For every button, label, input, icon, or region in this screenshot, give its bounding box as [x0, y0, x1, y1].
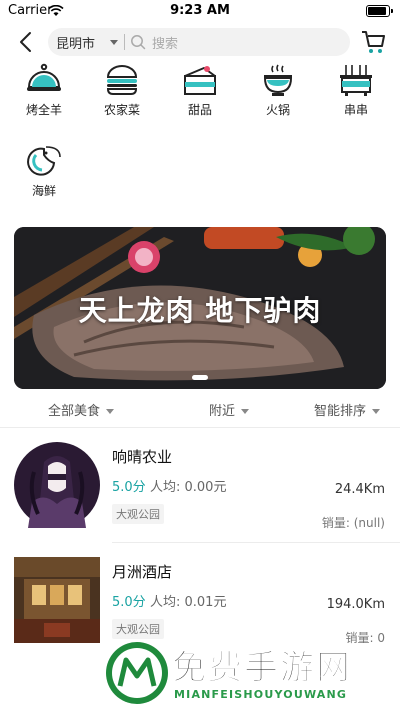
filter-all-food[interactable]: 全部美食 — [48, 400, 115, 419]
category-item-dessert[interactable]: 甜品 — [168, 62, 232, 118]
battery-icon — [366, 5, 393, 17]
banner-title: 天上龙肉 地下驴肉 — [78, 294, 322, 327]
category-item-roast-lamb[interactable]: 烤全羊 — [12, 62, 76, 118]
store-district-tag: 大观公园 — [112, 504, 164, 524]
store-avg-price: 人均: 0.00元 — [150, 480, 227, 495]
status-time: 9:23 AM — [170, 3, 230, 18]
divider — [0, 427, 400, 428]
search-icon — [131, 35, 146, 50]
promo-banner[interactable]: 天上龙肉 地下驴肉 — [14, 227, 386, 389]
store-distance: 24.4Km — [334, 482, 385, 497]
category-item-hotpot[interactable]: 火锅 — [246, 62, 310, 118]
store-avg-price: 人均: 0.01元 — [150, 595, 227, 610]
store-name: 响晴农业 — [112, 448, 173, 466]
divider — [112, 542, 400, 543]
store-list-item[interactable]: 响晴农业 5.0分 人均: 0.00元 大观公园 24.4Km 销量: (nul… — [0, 430, 400, 540]
hotpot-icon — [263, 64, 293, 96]
cart-icon[interactable] — [360, 28, 386, 56]
filter-smart-sort[interactable]: 智能排序 — [314, 400, 381, 419]
site-watermark: 免费手游网 MIANFEISHOUYOUWANG — [0, 636, 400, 710]
watermark-logo-icon — [106, 642, 168, 704]
burger-icon — [106, 65, 138, 95]
chevron-down-icon — [106, 409, 115, 414]
store-thumbnail — [14, 442, 100, 528]
category-item-farm-food[interactable]: 农家菜 — [90, 62, 154, 118]
chevron-down-icon — [372, 409, 381, 414]
filter-label: 全部美食 — [48, 404, 101, 419]
store-rating: 5.0分 — [112, 595, 146, 610]
filter-label: 智能排序 — [314, 404, 367, 419]
filter-bar: 全部美食 附近 智能排序 — [0, 396, 400, 424]
status-bar: Carrier 9:23 AM — [0, 0, 400, 22]
category-label: 农家菜 — [103, 103, 140, 117]
watermark-title: 免费手游网 — [172, 648, 352, 689]
store-photo-image — [14, 557, 100, 643]
store-logo-image — [14, 442, 100, 528]
shrimp-icon — [27, 146, 61, 176]
filter-nearby[interactable]: 附近 — [209, 400, 250, 419]
divider — [124, 34, 125, 50]
category-item-seafood[interactable]: 海鲜 — [12, 143, 76, 199]
skewer-pot-icon — [340, 65, 372, 96]
watermark-subtitle: MIANFEISHOUYOUWANG — [174, 688, 348, 701]
store-name: 月洲酒店 — [112, 563, 173, 581]
filter-label: 附近 — [209, 404, 236, 419]
nav-bar: 昆明市 搜索 — [0, 22, 400, 62]
chevron-down-icon — [241, 409, 250, 414]
category-label: 烤全羊 — [25, 103, 62, 117]
category-label: 甜品 — [187, 103, 212, 117]
category-label: 海鲜 — [31, 184, 56, 198]
carousel-indicator[interactable] — [192, 375, 208, 380]
cloche-icon — [27, 63, 61, 91]
search-bar[interactable]: 昆明市 搜索 — [48, 28, 350, 56]
cake-icon — [184, 66, 216, 95]
city-selector[interactable]: 昆明市 — [56, 33, 95, 52]
store-sales: 销量: (null) — [321, 516, 385, 530]
back-arrow-icon[interactable] — [14, 29, 40, 55]
store-distance: 194.0Km — [326, 597, 385, 612]
store-rating: 5.0分 — [112, 480, 146, 495]
chevron-down-icon — [110, 40, 118, 45]
category-item-skewers[interactable]: 串串 — [324, 62, 388, 118]
search-input[interactable]: 搜索 — [152, 33, 178, 52]
category-label: 串串 — [343, 103, 368, 117]
store-thumbnail — [14, 557, 100, 643]
category-label: 火锅 — [265, 103, 290, 117]
